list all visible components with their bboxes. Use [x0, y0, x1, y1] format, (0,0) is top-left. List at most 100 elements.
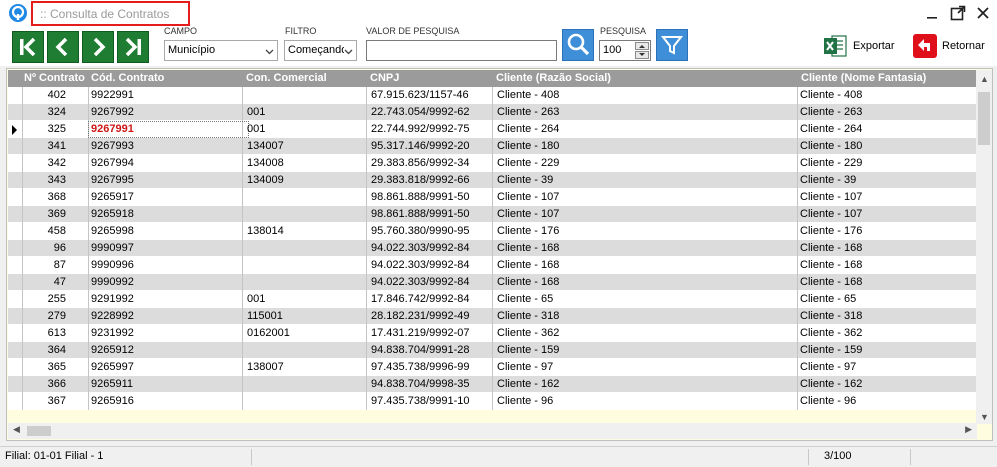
cell-cnpj[interactable]: 28.182.231/9992-49 — [371, 310, 469, 322]
cell-razao-social[interactable]: Cliente - 168 — [497, 276, 559, 288]
table-row[interactable]: 613 9231992 0162001 17.431.219/9992-07 Clien… — [8, 325, 978, 342]
cell-n-contrato[interactable]: 343 — [24, 174, 66, 186]
cell-cod-contrato[interactable]: 9267992 — [91, 106, 134, 118]
table-row[interactable]: 343 9267995 134009 29.383.818/9992-66 Client… — [8, 172, 978, 189]
table-row[interactable]: 369 9265918 98.861.888/9991-50 Cliente - 10… — [8, 206, 978, 223]
cell-cnpj[interactable]: 94.838.704/9998-35 — [371, 378, 469, 390]
return-button[interactable]: Retornar — [913, 33, 985, 59]
campo-select[interactable]: Município — [164, 40, 278, 61]
cell-n-contrato[interactable]: 458 — [24, 225, 66, 237]
cell-razao-social[interactable]: Cliente - 264 — [497, 123, 559, 135]
cell-n-contrato[interactable]: 366 — [24, 378, 66, 390]
cell-cod-contrato[interactable]: 9228992 — [91, 310, 134, 322]
table-row[interactable]: 341 9267993 134007 95.317.146/9992-20 Client… — [8, 138, 978, 155]
vertical-scroll-thumb[interactable] — [978, 92, 990, 145]
next-record-button[interactable] — [82, 31, 114, 63]
column-header-cnpj[interactable]: CNPJ — [370, 72, 399, 84]
cell-con-comercial[interactable]: 134009 — [247, 174, 284, 186]
cell-n-contrato[interactable]: 341 — [24, 140, 66, 152]
cell-nome-fantasia[interactable]: Cliente - 176 — [800, 225, 862, 237]
cell-nome-fantasia[interactable]: Cliente - 168 — [800, 276, 862, 288]
cell-con-comercial[interactable]: 001 — [247, 293, 265, 305]
cell-n-contrato[interactable]: 613 — [24, 327, 66, 339]
table-row[interactable]: 367 9265916 97.435.738/9991-10 Cliente - 96… — [8, 393, 978, 410]
column-header-con-comercial[interactable]: Con. Comercial — [246, 72, 327, 84]
cell-nome-fantasia[interactable]: Cliente - 159 — [800, 344, 862, 356]
cell-nome-fantasia[interactable]: Cliente - 107 — [800, 208, 862, 220]
cell-cnpj[interactable]: 95.317.146/9992-20 — [371, 140, 469, 152]
cell-n-contrato[interactable]: 368 — [24, 191, 66, 203]
table-row[interactable]: 324 9267992 001 22.743.054/9992-62 Cliente -… — [8, 104, 978, 121]
table-row[interactable]: 364 9265912 94.838.704/9991-28 Cliente - 15… — [8, 342, 978, 359]
cell-cnpj[interactable]: 94.022.303/9992-84 — [371, 259, 469, 271]
cell-n-contrato[interactable]: 255 — [24, 293, 66, 305]
cell-cod-contrato[interactable]: 9231992 — [91, 327, 134, 339]
cell-nome-fantasia[interactable]: Cliente - 97 — [800, 361, 856, 373]
cell-razao-social[interactable]: Cliente - 180 — [497, 140, 559, 152]
stepper-down-button[interactable] — [635, 51, 649, 59]
cell-cnpj[interactable]: 29.383.856/9992-34 — [371, 157, 469, 169]
table-row[interactable]: 365 9265997 138007 97.435.738/9996-99 Client… — [8, 359, 978, 376]
cell-razao-social[interactable]: Cliente - 107 — [497, 191, 559, 203]
cell-con-comercial[interactable]: 115001 — [247, 310, 283, 322]
table-row[interactable]: 96 9990997 94.022.303/9992-84 Cliente - 168… — [8, 240, 978, 257]
last-record-button[interactable] — [117, 31, 149, 63]
cell-nome-fantasia[interactable]: Cliente - 362 — [800, 327, 862, 339]
cell-razao-social[interactable]: Cliente - 96 — [497, 395, 553, 407]
cell-razao-social[interactable]: Cliente - 168 — [497, 242, 559, 254]
scroll-up-icon[interactable]: ▲ — [980, 74, 989, 84]
filtro-select[interactable]: Começando — [284, 40, 357, 61]
minimize-button[interactable] — [922, 3, 942, 23]
cell-cnpj[interactable]: 17.431.219/9992-07 — [371, 327, 469, 339]
cell-nome-fantasia[interactable]: Cliente - 318 — [800, 310, 862, 322]
cell-cod-contrato[interactable]: 9265912 — [91, 344, 134, 356]
cell-cod-contrato[interactable]: 9267993 — [91, 140, 134, 152]
filter-button[interactable] — [656, 29, 688, 61]
cell-n-contrato[interactable]: 364 — [24, 344, 66, 356]
table-row[interactable]: 342 9267994 134008 29.383.856/9992-34 Client… — [8, 155, 978, 172]
cell-n-contrato[interactable]: 87 — [24, 259, 66, 271]
cell-cnpj[interactable]: 95.760.380/9990-95 — [371, 225, 469, 237]
cell-n-contrato[interactable]: 96 — [24, 242, 66, 254]
cell-cnpj[interactable]: 97.435.738/9996-99 — [371, 361, 469, 373]
horizontal-scrollbar[interactable]: ◀ ▶ — [8, 423, 977, 439]
horizontal-scroll-thumb[interactable] — [27, 426, 51, 436]
cell-razao-social[interactable]: Cliente - 107 — [497, 208, 559, 220]
cell-n-contrato[interactable]: 369 — [24, 208, 66, 220]
cell-nome-fantasia[interactable]: Cliente - 65 — [800, 293, 856, 305]
cell-cod-contrato[interactable]: 9265916 — [91, 395, 134, 407]
cell-n-contrato[interactable]: 342 — [24, 157, 66, 169]
column-header-cod-contrato[interactable]: Cód. Contrato — [91, 72, 164, 84]
cell-cod-contrato[interactable]: 9267994 — [91, 157, 134, 169]
cell-con-comercial[interactable]: 001 — [247, 106, 265, 118]
cell-razao-social[interactable]: Cliente - 168 — [497, 259, 559, 271]
cell-nome-fantasia[interactable]: Cliente - 39 — [800, 174, 856, 186]
first-record-button[interactable] — [12, 31, 44, 63]
cell-cnpj[interactable]: 98.861.888/9991-50 — [371, 191, 469, 203]
column-header-nome-fantasia[interactable]: Cliente (Nome Fantasia) — [801, 72, 926, 84]
cell-razao-social[interactable]: Cliente - 159 — [497, 344, 559, 356]
cell-cod-contrato[interactable]: 9265998 — [91, 225, 134, 237]
search-input[interactable] — [366, 40, 557, 61]
cell-cod-contrato[interactable]: 9990997 — [91, 242, 134, 254]
cell-n-contrato[interactable]: 367 — [24, 395, 66, 407]
cell-con-comercial[interactable]: 134008 — [247, 157, 284, 169]
table-row[interactable]: 366 9265911 94.838.704/9998-35 Cliente - 16… — [8, 376, 978, 393]
cell-cod-contrato[interactable]: 9267995 — [91, 174, 134, 186]
table-row[interactable]: 368 9265917 98.861.888/9991-50 Cliente - 10… — [8, 189, 978, 206]
cell-con-comercial[interactable]: 138014 — [247, 225, 284, 237]
cell-razao-social[interactable]: Cliente - 229 — [497, 157, 559, 169]
cell-cod-contrato[interactable]: 9922991 — [91, 89, 134, 101]
cell-con-comercial[interactable]: 0162001 — [247, 327, 290, 339]
cell-n-contrato[interactable]: 402 — [24, 89, 66, 101]
restore-button[interactable] — [948, 3, 968, 23]
cell-cod-contrato[interactable]: 9291992 — [91, 293, 134, 305]
previous-record-button[interactable] — [47, 31, 79, 63]
table-row[interactable]: 325 9267991 001 22.744.992/9992-75 Cliente -… — [8, 121, 978, 138]
cell-nome-fantasia[interactable]: Cliente - 162 — [800, 378, 862, 390]
stepper-up-button[interactable] — [635, 42, 649, 50]
cell-cod-contrato[interactable]: 9265911 — [91, 378, 133, 390]
cell-razao-social[interactable]: Cliente - 263 — [497, 106, 559, 118]
cell-cnpj[interactable]: 22.743.054/9992-62 — [371, 106, 469, 118]
cell-n-contrato[interactable]: 324 — [24, 106, 66, 118]
